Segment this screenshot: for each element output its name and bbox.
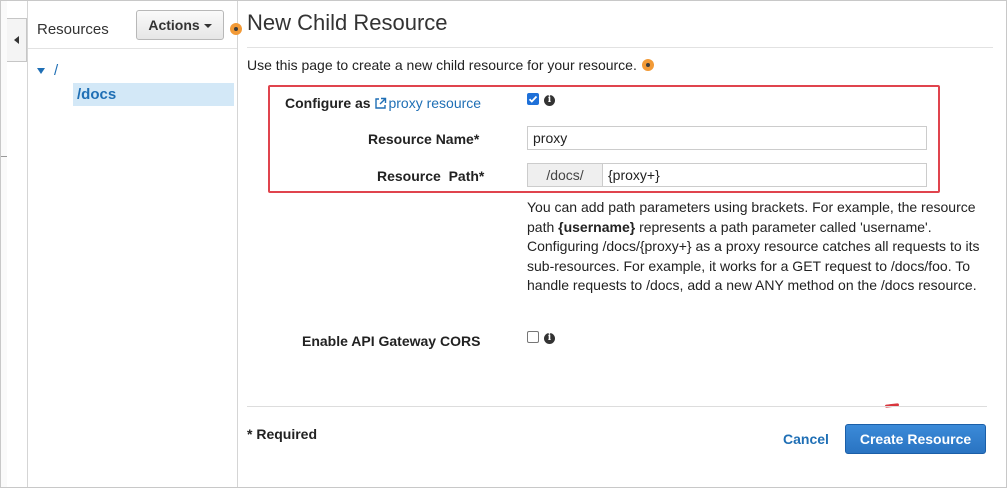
cors-label: Enable API Gateway CORS	[302, 333, 481, 349]
resource-path-input[interactable]	[602, 163, 927, 187]
annotation-dot	[642, 59, 654, 71]
caret-down-icon	[203, 24, 212, 28]
footer-divider	[247, 406, 987, 407]
actions-button[interactable]: Actions	[136, 10, 224, 40]
proxy-resource-link-label: proxy resource	[388, 95, 482, 111]
proxy-resource-checkbox[interactable]	[527, 93, 539, 105]
configure-as-text: Configure as	[285, 95, 371, 111]
info-icon[interactable]: i	[544, 333, 555, 344]
collapse-left-icon	[14, 36, 19, 44]
info-icon[interactable]: i	[544, 95, 555, 106]
cors-checkbox[interactable]	[527, 331, 539, 343]
actions-label: Actions	[148, 17, 200, 33]
tree-item-root[interactable]: /	[37, 62, 58, 79]
help-text-param: {username}	[558, 218, 636, 235]
resource-path-help: You can add path parameters using bracke…	[527, 198, 997, 296]
page-title: New Child Resource	[247, 10, 448, 35]
external-link-icon	[375, 97, 387, 109]
configure-as-label: Configure as proxy resource	[285, 95, 481, 111]
annotation-dot	[230, 23, 242, 35]
intro-text-content: Use this page to create a new child reso…	[247, 57, 637, 73]
resource-path-label: Resource Path*	[377, 168, 485, 184]
resources-title: Resources	[37, 21, 109, 38]
resources-panel-header: Resources Actions	[28, 1, 237, 49]
resource-name-input[interactable]	[527, 126, 927, 150]
intro-text: Use this page to create a new child reso…	[247, 57, 637, 73]
collapse-panel-button[interactable]	[7, 18, 27, 62]
proxy-resource-link[interactable]: proxy resource	[374, 95, 481, 111]
tree-item-root-label: /	[54, 62, 59, 79]
title-divider	[247, 47, 993, 48]
required-note: * Required	[247, 426, 318, 442]
resources-panel: Resources Actions / /docs	[27, 1, 238, 487]
cancel-button[interactable]: Cancel	[783, 431, 829, 447]
checkmark-icon	[528, 95, 538, 103]
create-resource-button[interactable]: Create Resource	[845, 424, 986, 454]
tree-item-docs[interactable]: /docs	[73, 83, 234, 106]
resource-path-prefix: /docs/	[527, 163, 603, 187]
gutter-divider	[1, 156, 7, 157]
left-gutter	[1, 1, 7, 487]
resource-name-label: Resource Name*	[368, 131, 480, 147]
tree-item-docs-label: /docs	[77, 86, 117, 103]
tree-expand-icon[interactable]	[37, 67, 45, 74]
